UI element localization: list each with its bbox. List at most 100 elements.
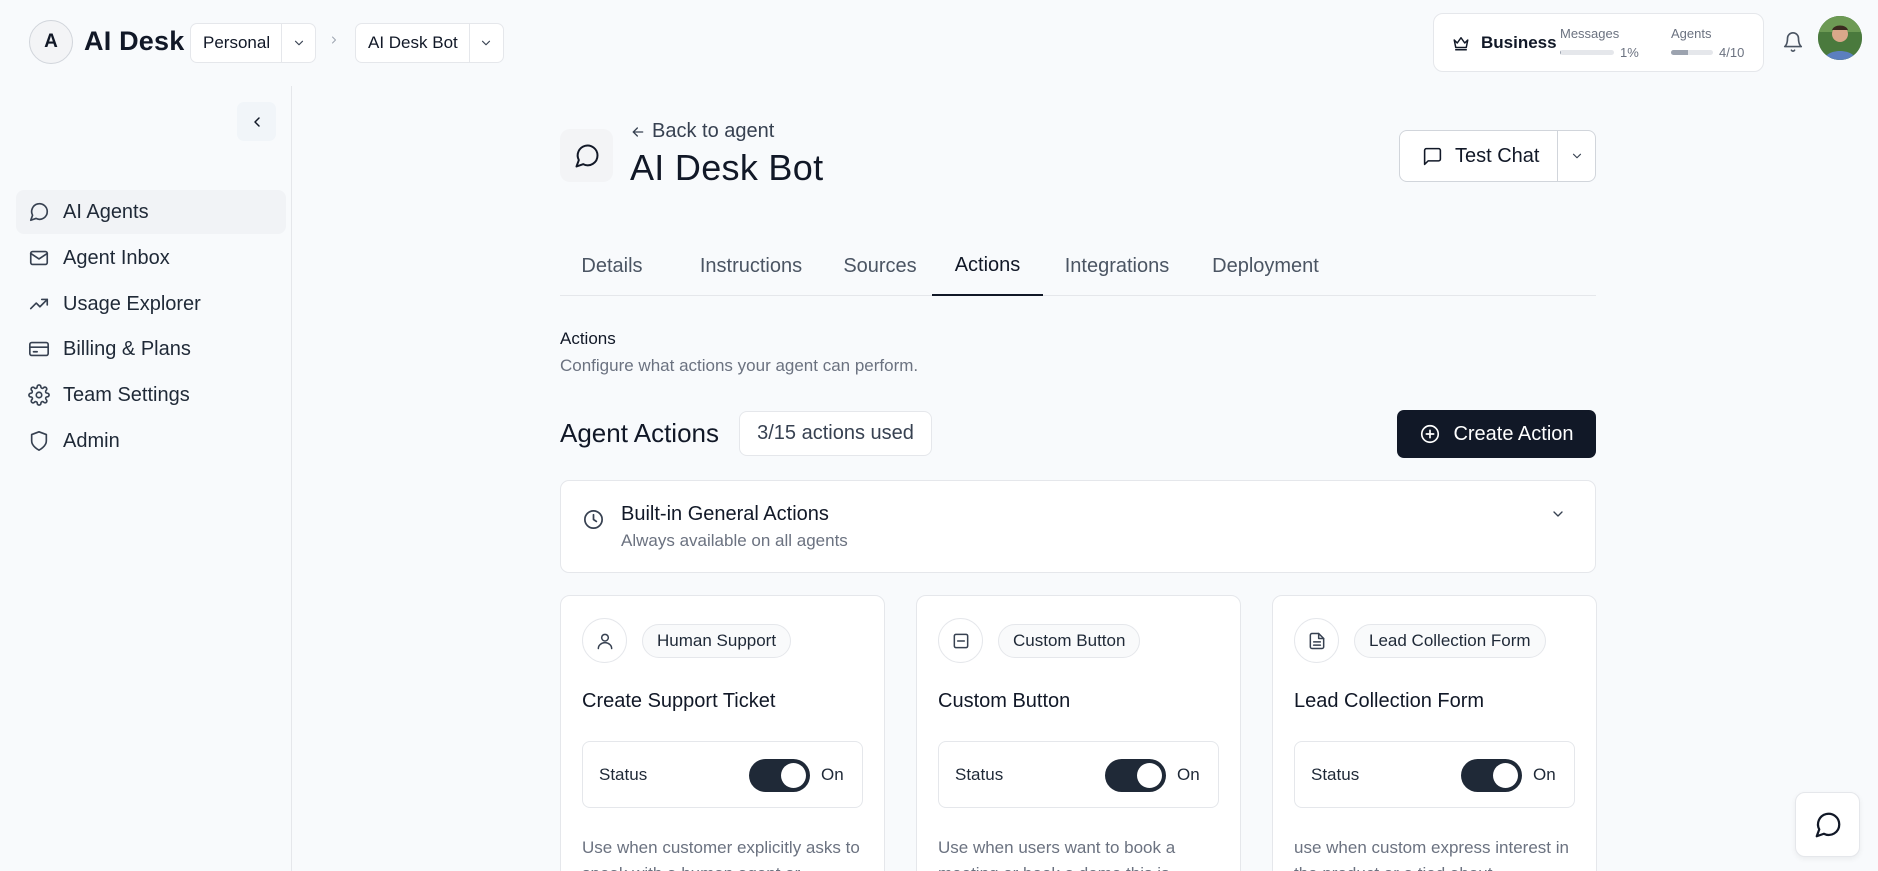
messages-label: Messages [1560,26,1620,41]
tab-actions[interactable]: Actions [932,236,1043,296]
sidebar-item-agent-inbox[interactable]: Agent Inbox [16,236,286,280]
agents-progress-fill [1671,50,1688,55]
mail-icon [28,247,50,269]
square-minus-icon [938,618,983,663]
action-type-tag: Custom Button [998,624,1141,658]
status-value: On [1177,765,1200,784]
plan-name: Business [1481,33,1557,52]
toggle-knob [781,763,806,788]
crown-icon [1451,34,1471,52]
create-action-label: Create Action [1453,422,1574,445]
status-label: Status [955,765,1004,784]
chevron-left-icon [249,114,265,130]
status-value: On [821,765,844,784]
tab-deployment[interactable]: Deployment [1190,236,1341,296]
status-value: On [1533,765,1556,784]
back-link-label: Back to agent [652,120,775,142]
document-icon [1294,618,1339,663]
plus-circle-icon [1419,423,1441,445]
sidebar-item-label: Team Settings [63,383,190,406]
section-title: Actions [560,329,616,348]
sidebar-item-usage-explorer[interactable]: Usage Explorer [16,282,286,326]
status-toggle[interactable] [749,759,810,792]
sidebar-item-label: AI Agents [63,200,149,223]
top-bar: A AI Desk Personal AI Desk Bot Business … [0,0,1878,86]
plan-usage-panel[interactable]: Business Messages 1% Agents 4/10 [1433,13,1764,72]
toggle-knob [1137,763,1162,788]
action-description: Use when customer explicitly asks to spe… [582,838,860,871]
app-logo[interactable]: A [29,20,73,64]
section-subtitle: Configure what actions your agent can pe… [560,356,919,375]
tab-details[interactable]: Details [560,236,664,296]
sidebar-item-ai-agents[interactable]: AI Agents [16,190,286,234]
chevron-down-icon[interactable] [1550,506,1566,522]
action-type-tag: Lead Collection Form [1354,624,1546,658]
app-name: AI Desk [84,26,185,56]
messages-meter: Messages 1% [1560,26,1639,60]
messages-value: 1% [1620,45,1639,60]
workspace-select[interactable]: Personal [190,23,317,63]
action-description: Use when users want to book a meeting or… [938,838,1176,871]
agent-avatar [560,129,613,182]
agent-select[interactable]: AI Desk Bot [355,23,504,63]
message-circle-icon [28,201,50,223]
chevron-down-icon[interactable] [282,24,315,62]
status-label: Status [1311,765,1360,784]
chevron-down-icon [1570,149,1584,163]
back-to-agent-link[interactable]: Back to agent [630,120,774,143]
toggle-knob [1493,763,1518,788]
sidebar-item-label: Usage Explorer [63,292,201,315]
test-chat-split-button: Test Chat [1399,130,1596,182]
sidebar-item-team-settings[interactable]: Team Settings [16,373,286,417]
shield-icon [28,430,50,452]
agents-meter: Agents 4/10 [1671,26,1744,60]
page-title: AI Desk Bot [630,147,824,188]
action-title: Lead Collection Form [1294,690,1485,712]
sidebar-item-label: Admin [63,429,120,452]
test-chat-button[interactable]: Test Chat [1400,131,1558,181]
action-status-row: Status On [1294,741,1575,808]
arrow-left-icon [630,124,646,140]
builtin-actions-accordion[interactable]: Built-in General Actions Always availabl… [560,480,1596,573]
messages-progress-fill [1560,50,1562,55]
sidebar-item-admin[interactable]: Admin [16,419,286,463]
sidebar: AI Agents Agent Inbox Usage Explorer Bil… [0,86,292,871]
plan-badge: Business [1451,33,1557,53]
message-circle-icon [1813,810,1843,840]
actions-usage-badge: 3/15 actions used [739,411,932,456]
action-description: use when custom express interest in the … [1294,838,1569,871]
sidebar-item-billing-plans[interactable]: Billing & Plans [16,327,286,371]
status-toggle[interactable] [1461,759,1522,792]
logo-letter: A [44,31,58,52]
user-avatar[interactable] [1818,16,1862,60]
status-toggle[interactable] [1105,759,1166,792]
test-chat-dropdown-button[interactable] [1558,131,1595,181]
action-status-row: Status On [582,741,863,808]
workspace-select-label: Personal [191,24,283,62]
bell-icon[interactable] [1782,30,1804,54]
action-type-tag: Human Support [642,624,792,658]
action-card: Human Support Create Support Ticket Stat… [560,595,885,871]
action-status-row: Status On [938,741,1219,808]
tab-integrations[interactable]: Integrations [1044,236,1190,296]
clock-icon [582,508,605,531]
trending-icon [28,293,50,315]
agents-progress-bar [1671,50,1713,55]
tab-instructions[interactable]: Instructions [678,236,824,296]
chevron-right-icon [328,33,340,47]
action-card: Custom Button Custom Button Status On Us… [916,595,1241,871]
collapse-sidebar-button[interactable] [237,102,276,141]
agent-tabs: Details Instructions Sources Actions Int… [560,236,1596,296]
action-title: Custom Button [938,690,1071,712]
create-action-button[interactable]: Create Action [1397,410,1596,458]
status-label: Status [599,765,648,784]
tab-sources[interactable]: Sources [826,236,934,296]
action-title: Create Support Ticket [582,690,776,712]
user-icon [582,618,627,663]
message-square-icon [1422,146,1443,167]
test-chat-label: Test Chat [1455,144,1540,167]
chat-widget-button[interactable] [1795,792,1860,857]
gear-icon [28,384,50,406]
agent-select-label: AI Desk Bot [356,24,470,62]
chevron-down-icon[interactable] [470,24,503,62]
